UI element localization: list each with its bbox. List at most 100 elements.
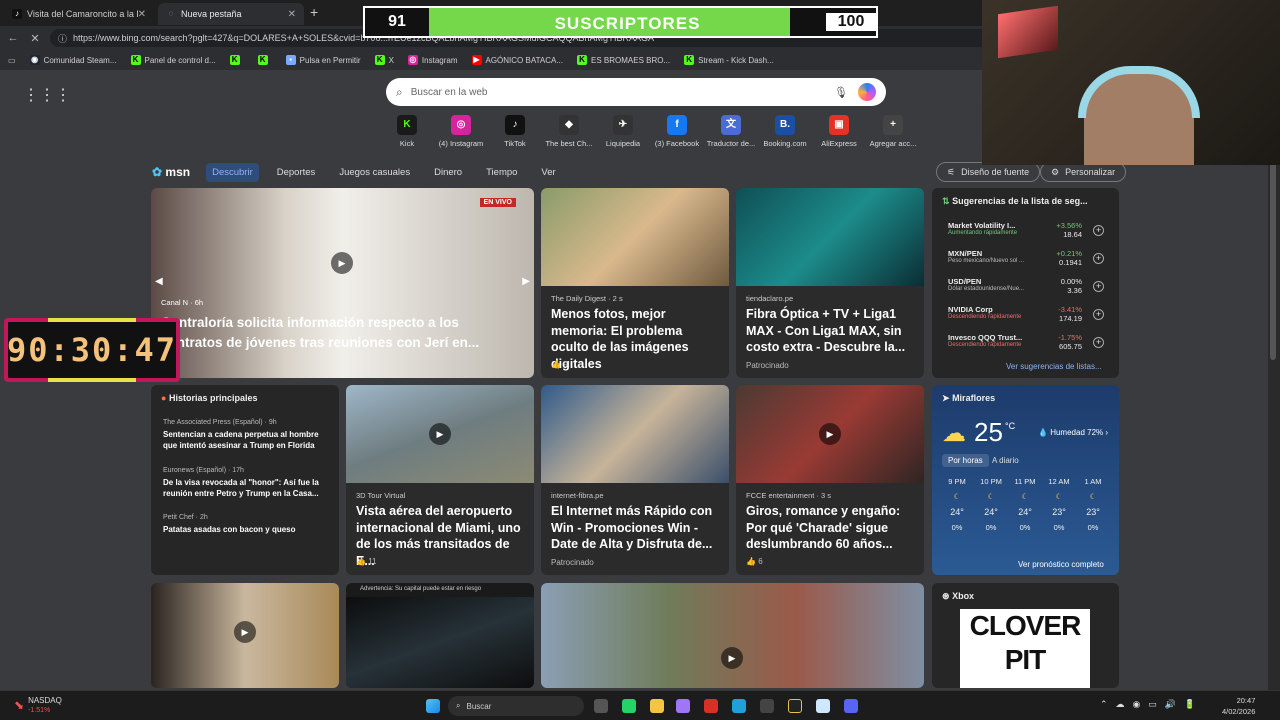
new-tab-icon[interactable]: + xyxy=(310,4,318,20)
next-arrow-icon[interactable]: ▶ xyxy=(522,276,530,287)
card-title[interactable]: Vista aérea del aeropuerto internacional… xyxy=(356,503,524,569)
bookmark-steam[interactable]: ◉ Comunidad Steam... xyxy=(29,55,117,65)
shortcut-tiktok[interactable]: ♪ TikTok xyxy=(488,115,542,148)
add-icon[interactable]: + xyxy=(1093,225,1104,236)
apps-grid-icon[interactable]: ⋮⋮⋮ xyxy=(23,85,71,105)
stock-row[interactable]: USD/PEN Dólar estadounidense/Nue... 0.00% 3… xyxy=(948,277,1108,303)
tab-deportes[interactable]: Deportes xyxy=(271,163,322,182)
shortcut-translator[interactable]: 文 Traductor de... xyxy=(704,115,758,148)
play-icon[interactable]: ▶ xyxy=(234,621,256,643)
tab-dinero[interactable]: Dinero xyxy=(428,163,468,182)
app-red-icon[interactable] xyxy=(704,699,718,713)
chrome-icon[interactable] xyxy=(760,699,774,713)
clock[interactable]: 20:47 4/02/2026 xyxy=(1222,695,1255,717)
story-item[interactable]: Euronews (Español) · 17h De la visa revo… xyxy=(163,467,333,499)
card-title[interactable]: El Internet más Rápido con Win - Promoci… xyxy=(551,503,719,553)
weather-location[interactable]: ➤ Miraflores xyxy=(942,393,995,404)
mozart-icon[interactable] xyxy=(788,699,802,713)
stock-row[interactable]: NVIDIA Corp Descendiendo rápidamente -3.41… xyxy=(948,305,1108,331)
shortcut-add[interactable]: + Agregar acc... xyxy=(866,115,920,148)
clover-pit-art[interactable]: CLOVER PIT xyxy=(960,609,1090,688)
microphone-icon[interactable]: 🎙 xyxy=(834,86,848,99)
play-icon[interactable]: ▶ xyxy=(429,423,451,445)
play-icon[interactable]: ▶ xyxy=(331,252,353,274)
close-icon[interactable]: ✕ xyxy=(138,9,146,20)
tab-descubrir[interactable]: Descubrir xyxy=(206,162,259,182)
hero-title[interactable]: Contraloría solicita información respect… xyxy=(161,313,524,353)
windows-icon[interactable] xyxy=(426,699,440,713)
tab-daily[interactable]: A diario xyxy=(992,456,1019,465)
more-watchlists-link[interactable]: Ver sugerencias de listas... xyxy=(1006,362,1102,371)
edge-icon[interactable] xyxy=(732,699,746,713)
ad-card[interactable]: internet-fibra.pe El Internet más Rápido… xyxy=(541,385,729,575)
stock-ticker[interactable]: ⬊ NASDAQ -1.51% xyxy=(14,696,62,714)
tab-tiempo[interactable]: Tiempo xyxy=(480,163,523,182)
ad-card[interactable]: tiendaclaro.pe Fibra Óptica + TV + Liga1… xyxy=(736,188,924,378)
tray-icons[interactable]: ⌃☁◉▭🔊🔋 xyxy=(1100,699,1203,710)
bookmark-x[interactable]: KX xyxy=(374,55,394,65)
add-icon[interactable]: + xyxy=(1093,253,1104,264)
tab-new[interactable]: ◌ Nueva pestaña ✕ xyxy=(158,3,304,25)
folder-icon[interactable] xyxy=(650,699,664,713)
back-icon[interactable]: ← xyxy=(4,32,22,44)
video-card[interactable]: ▶ FCCE entertainment · 3 s Giros, romanc… xyxy=(736,385,924,575)
shortcut-kick[interactable]: K Kick xyxy=(380,115,434,148)
msn-logo[interactable]: ✿ msn xyxy=(152,165,190,179)
discord-icon[interactable] xyxy=(844,699,858,713)
stop-icon[interactable]: ✕ xyxy=(26,32,44,45)
add-icon[interactable]: + xyxy=(1093,309,1104,320)
like-count[interactable]: 👍 6 xyxy=(746,557,763,566)
search-box[interactable]: ⌕ Buscar en la web 🎙 xyxy=(386,78,886,106)
ad-card[interactable]: Advertencia: Su capital puede estar en r… xyxy=(346,583,534,688)
bookmark-kick-1[interactable]: K xyxy=(229,55,244,65)
bookmark-pulsa[interactable]: ▪ Pulsa en Permitir xyxy=(285,55,361,65)
story-item[interactable]: The Associated Press (Español) · 9h Sent… xyxy=(163,419,333,451)
video-card[interactable]: ▶ 3D Tour Virtual Vista aérea del aeropu… xyxy=(346,385,534,575)
like-count[interactable]: 👍 9 xyxy=(551,360,568,369)
bookmark-stream[interactable]: K Stream - Kick Dash... xyxy=(684,55,774,65)
video-card[interactable]: ▶ xyxy=(541,583,924,688)
tab-tiktok[interactable]: ♪ Visita del Camaroncito a la Pastelería… xyxy=(4,3,154,25)
play-icon[interactable]: ▶ xyxy=(721,647,743,669)
shortcut-thebest[interactable]: ◆ The best Ch... xyxy=(542,115,596,148)
hero-card[interactable]: EN VIVO ▶ Canal N · 6h Contraloría solic… xyxy=(151,188,534,378)
copilot-icon[interactable] xyxy=(676,699,690,713)
personalize-button[interactable]: ⚙ Personalizar xyxy=(1040,162,1127,182)
news-card[interactable]: The Daily Digest · 2 s Menos fotos, mejo… xyxy=(541,188,729,378)
tab-juegos[interactable]: Juegos casuales xyxy=(333,163,416,182)
card-title[interactable]: Menos fotos, mejor memoria: El problema … xyxy=(551,306,719,372)
task-view-icon[interactable] xyxy=(594,699,608,713)
close-icon[interactable]: ✕ xyxy=(288,9,296,20)
play-icon[interactable]: ▶ xyxy=(819,423,841,445)
bookmark-panel[interactable]: K Panel de control d... xyxy=(130,55,216,65)
tab-hourly[interactable]: Por horas xyxy=(942,454,989,467)
tab-ver[interactable]: Ver xyxy=(535,163,561,182)
like-count[interactable]: 👍 11 xyxy=(356,557,377,566)
stock-row[interactable]: Market Volatility I... Aumentando rápidam… xyxy=(948,221,1108,247)
shortcut-booking[interactable]: B. Booking.com xyxy=(758,115,812,148)
stock-row[interactable]: Invesco QQQ Trust... Descendiendo rápidam… xyxy=(948,333,1108,359)
video-card[interactable]: ▶ xyxy=(151,583,339,688)
full-forecast-link[interactable]: Ver pronóstico completo xyxy=(1018,560,1104,569)
bookmark-kick-2[interactable]: K xyxy=(257,55,272,65)
taskbar-search[interactable]: ⌕ Buscar xyxy=(448,696,584,716)
shortcut-instagram[interactable]: ◎ (4) Instagram xyxy=(434,115,488,148)
prev-arrow-icon[interactable]: ◀ xyxy=(155,276,163,287)
bookmark-instagram[interactable]: ◎ Instagram xyxy=(407,55,458,65)
shortcut-liquipedia[interactable]: ✈ Liquipedia xyxy=(596,115,650,148)
shortcut-facebook[interactable]: f (3) Facebook xyxy=(650,115,704,148)
notepad-icon[interactable] xyxy=(816,699,830,713)
bookmark-agonico[interactable]: ▶ AGÓNICO BATACA... xyxy=(471,55,563,65)
shortcut-aliexpress[interactable]: ▣ AliExpress xyxy=(812,115,866,148)
add-icon[interactable]: + xyxy=(1093,337,1104,348)
card-title[interactable]: Fibra Óptica + TV + Liga1 MAX - Con Liga… xyxy=(746,306,914,356)
card-title[interactable]: Giros, romance y engaño: Por qué 'Charad… xyxy=(746,503,914,553)
font-design-button[interactable]: ⚟ Diseño de fuente xyxy=(936,162,1041,182)
whatsapp-icon[interactable] xyxy=(622,699,636,713)
bookmark-bromaes[interactable]: K ES BROMAES BRO... xyxy=(577,55,670,65)
add-icon[interactable]: + xyxy=(1093,281,1104,292)
collections-icon[interactable]: ▭ xyxy=(8,56,16,65)
stock-row[interactable]: MXN/PEN Peso mexicano/Nuevo sol ... +0.21%… xyxy=(948,249,1108,275)
copilot-icon[interactable] xyxy=(858,83,876,101)
story-item[interactable]: Petit Chef · 2h Patatas asadas con bacon… xyxy=(163,514,333,535)
